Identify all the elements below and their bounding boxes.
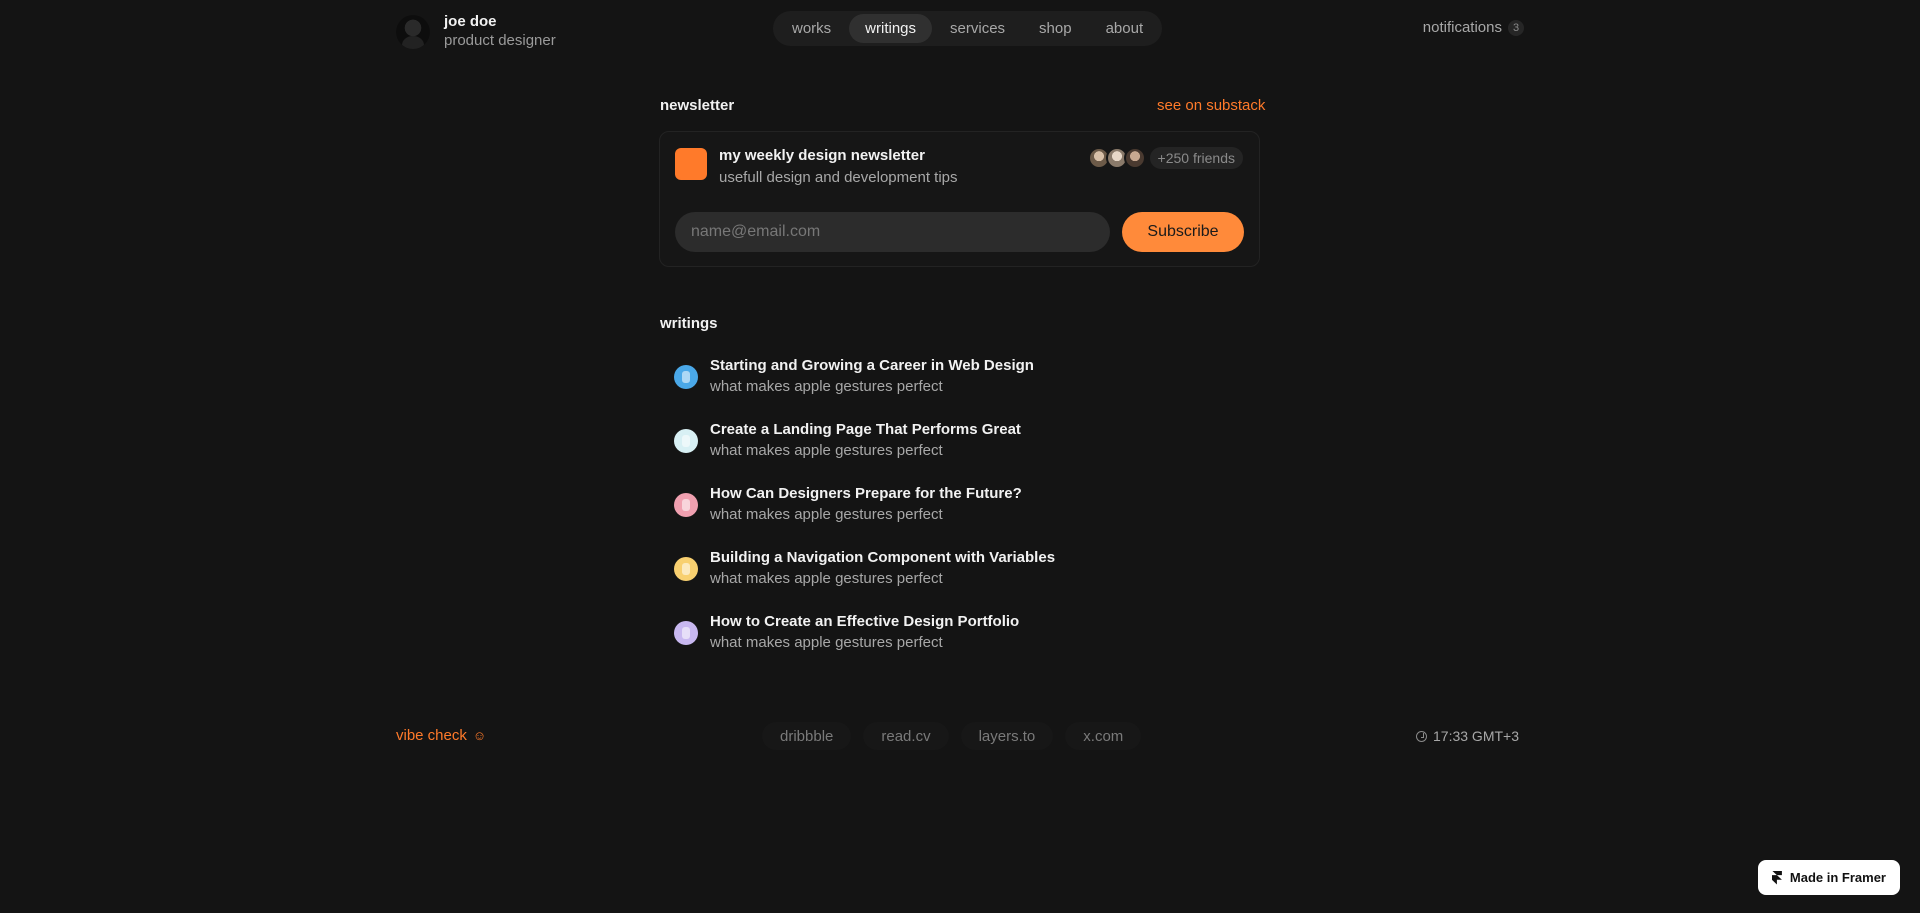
email-input[interactable] [675,212,1110,252]
article-thumbnail-icon [674,365,698,389]
writing-list-item[interactable]: Building a Navigation Component with Var… [674,548,1055,590]
writing-list-item[interactable]: Create a Landing Page That Performs Grea… [674,420,1021,462]
notifications-count-badge: 3 [1508,19,1524,36]
newsletter-card: my weekly design newsletter usefull desi… [659,131,1260,267]
social-link-layers[interactable]: layers.to [960,722,1054,750]
nav-item-about[interactable]: about [1090,14,1160,43]
local-time-text: 17:33 GMT+3 [1433,728,1519,744]
nav-item-services[interactable]: services [934,14,1021,43]
social-links: dribbble read.cv layers.to x.com [762,722,1142,750]
friends-avatars: +250 friends [1087,147,1243,169]
made-in-framer-label: Made in Framer [1789,870,1886,885]
writing-text: How Can Designers Prepare for the Future… [710,484,1022,526]
writing-title: How to Create an Effective Design Portfo… [710,613,1020,630]
writing-subtitle: what makes apple gestures perfect [710,442,943,459]
profile-text: joe doe product designer [444,12,556,51]
writing-title: How Can Designers Prepare for the Future… [710,485,1022,502]
social-link-readcv[interactable]: read.cv [863,722,949,750]
article-thumbnail-icon [674,429,698,453]
notifications-label: notifications [1422,19,1502,36]
writing-title: Create a Landing Page That Performs Grea… [710,421,1021,438]
framer-logo-icon [1771,870,1782,885]
writing-list-item[interactable]: Starting and Growing a Career in Web Des… [674,356,1034,398]
notifications-button[interactable]: notifications 3 [1423,19,1524,36]
writing-subtitle: what makes apple gestures perfect [710,378,943,395]
profile-role: product designer [444,32,556,49]
smile-icon: ☺ [472,728,487,743]
writing-text: Building a Navigation Component with Var… [710,548,1055,590]
article-thumbnail-icon [674,621,698,645]
vibe-check-link[interactable]: vibe check ☺ [396,727,486,744]
writing-subtitle: what makes apple gestures perfect [710,506,943,523]
friends-count: +250 friends [1149,147,1243,169]
writing-subtitle: what makes apple gestures perfect [710,570,943,587]
writing-text: How to Create an Effective Design Portfo… [710,612,1019,654]
vibe-check-label: vibe check [396,727,467,744]
local-time: 17:33 GMT+3 [1416,728,1519,744]
newsletter-subtitle: usefull design and development tips [719,169,958,186]
writings-section-title: writings [660,315,718,332]
nav-item-works[interactable]: works [776,14,847,43]
subscribe-button[interactable]: Subscribe [1122,212,1244,252]
article-thumbnail-icon [674,557,698,581]
nav-item-shop[interactable]: shop [1023,14,1088,43]
newsletter-title: my weekly design newsletter [719,147,925,164]
social-link-dribbble[interactable]: dribbble [762,722,852,750]
friend-avatar [1123,147,1146,169]
writing-title: Building a Navigation Component with Var… [710,549,1056,566]
writing-text: Create a Landing Page That Performs Grea… [710,420,1021,462]
newsletter-logo-icon [675,148,707,180]
avatar [396,14,430,49]
writing-title: Starting and Growing a Career in Web Des… [710,357,1034,374]
social-link-x[interactable]: x.com [1065,722,1142,750]
see-on-substack-link[interactable]: see on substack [1157,97,1265,114]
clock-icon [1416,730,1427,742]
nav-item-writings[interactable]: writings [849,14,933,43]
profile[interactable]: joe doe product designer [396,12,556,51]
writing-text: Starting and Growing a Career in Web Des… [710,356,1034,398]
writing-subtitle: what makes apple gestures perfect [710,634,943,651]
newsletter-section-title: newsletter [660,97,735,114]
profile-name: joe doe [444,13,497,30]
made-in-framer-badge[interactable]: Made in Framer [1757,860,1900,895]
writing-list-item[interactable]: How to Create an Effective Design Portfo… [674,612,1019,654]
writing-list-item[interactable]: How Can Designers Prepare for the Future… [674,484,1022,526]
main-nav: works writings services shop about [773,11,1163,46]
article-thumbnail-icon [674,493,698,517]
